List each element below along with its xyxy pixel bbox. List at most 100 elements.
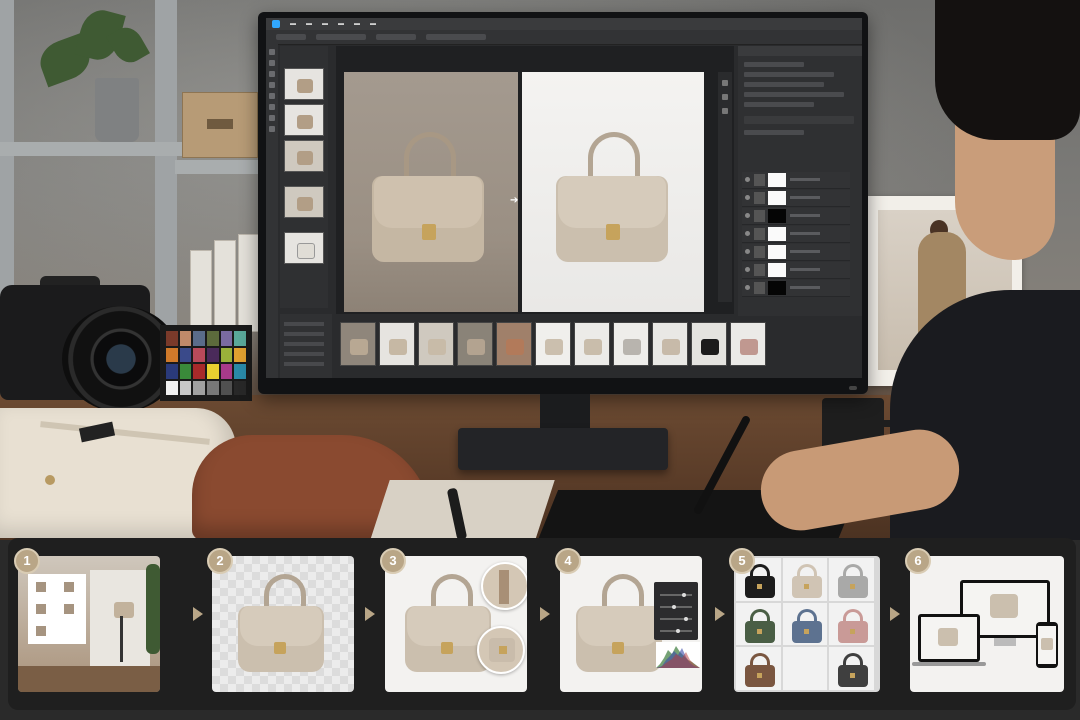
monitor-stand-base: [458, 428, 668, 470]
storage-box: [182, 92, 258, 158]
filmstrip-thumbnail[interactable]: [340, 322, 376, 366]
color-swatch: [234, 364, 246, 379]
detail-zoom-clasp: [477, 626, 525, 674]
variant-cell[interactable]: [736, 647, 781, 690]
filmstrip-thumbnail[interactable]: [574, 322, 610, 366]
layer-row[interactable]: [742, 190, 850, 207]
variant-cell: [782, 647, 828, 690]
color-swatch: [234, 380, 246, 395]
variant-cell[interactable]: [829, 602, 874, 646]
filmstrip-thumbnail[interactable]: [379, 322, 415, 366]
layer-row[interactable]: [742, 172, 850, 189]
step-number-badge: 4: [555, 548, 581, 574]
plant-pot: [95, 78, 139, 142]
triangle-right-icon: [193, 607, 203, 621]
variant-cell[interactable]: [829, 647, 874, 690]
color-swatch: [179, 380, 192, 395]
thumbnail-panel: [280, 46, 328, 308]
menu-item[interactable]: ▬: [338, 21, 344, 27]
filmstrip-thumbnail[interactable]: [457, 322, 493, 366]
step-photoshoot[interactable]: [18, 556, 160, 692]
color-swatch: [193, 331, 205, 346]
step-number-badge: 5: [729, 548, 755, 574]
after-image[interactable]: [522, 72, 704, 312]
color-swatch: [234, 331, 246, 346]
image-thumbnail[interactable]: [284, 140, 324, 172]
layer-row[interactable]: [742, 226, 850, 243]
tool-icon[interactable]: [722, 108, 728, 114]
color-checker-card: [160, 325, 252, 401]
tool-icon[interactable]: [269, 49, 275, 55]
properties-panel: [280, 314, 332, 378]
color-swatch: [166, 347, 178, 362]
tool-icon[interactable]: [722, 94, 728, 100]
layer-row[interactable]: [742, 208, 850, 225]
filmstrip-thumbnail[interactable]: [652, 322, 688, 366]
layer-row[interactable]: [742, 244, 850, 261]
monitor-stand-neck: [540, 394, 590, 430]
tool-icon[interactable]: [269, 126, 275, 132]
filmstrip-thumbnail[interactable]: [535, 322, 571, 366]
step-background-removal[interactable]: [212, 556, 354, 692]
plant: [146, 564, 160, 654]
color-swatch: [220, 331, 233, 346]
layer-row[interactable]: [742, 280, 850, 297]
laptop-display: [918, 614, 980, 662]
image-thumbnail[interactable]: [284, 68, 324, 100]
view-tools: [718, 72, 732, 302]
tool-icon[interactable]: [722, 80, 728, 86]
tool-icon[interactable]: [269, 82, 275, 88]
menu-bar: ▬ ▬ ▬ ▬ ▬ ▬: [266, 18, 862, 30]
variant-cell[interactable]: [736, 602, 781, 646]
step-publish-devices[interactable]: [910, 556, 1064, 692]
filmstrip-thumbnail[interactable]: [730, 322, 766, 366]
image-thumbnail[interactable]: [284, 232, 324, 264]
color-swatch: [207, 331, 219, 346]
filmstrip: [336, 318, 862, 378]
step-number-badge: 1: [14, 548, 40, 574]
step-color-variants[interactable]: [734, 556, 880, 692]
triangle-right-icon: [715, 607, 725, 621]
color-swatch: [193, 364, 205, 379]
image-thumbnail[interactable]: [284, 104, 324, 136]
tools-panel: [266, 44, 278, 378]
tool-icon[interactable]: [269, 93, 275, 99]
variant-cell[interactable]: [829, 558, 874, 601]
menu-item[interactable]: ▬: [290, 21, 296, 27]
panel-tabs[interactable]: [738, 46, 862, 56]
menu-item[interactable]: ▬: [306, 21, 312, 27]
studio-floor: [18, 666, 160, 692]
layers-panel: [738, 46, 862, 316]
step-number-badge: 2: [207, 548, 233, 574]
before-image[interactable]: [344, 72, 518, 312]
triangle-right-icon: [890, 607, 900, 621]
tool-icon[interactable]: [269, 71, 275, 77]
tool-icon[interactable]: [269, 60, 275, 66]
image-editor-icon[interactable]: [272, 20, 280, 28]
filmstrip-thumbnail[interactable]: [496, 322, 532, 366]
options-bar: [266, 30, 862, 45]
triangle-right-icon: [540, 607, 550, 621]
tool-icon[interactable]: [269, 104, 275, 110]
color-swatch: [234, 347, 246, 362]
color-swatch: [193, 347, 205, 362]
adjustments-panel[interactable]: [654, 582, 698, 640]
tool-icon[interactable]: [269, 115, 275, 121]
menu-item[interactable]: ▬: [370, 21, 376, 27]
filmstrip-thumbnail[interactable]: [613, 322, 649, 366]
handbag-cutout: [234, 574, 334, 684]
variant-cell[interactable]: [782, 602, 828, 646]
color-swatch: [207, 364, 219, 379]
image-thumbnail[interactable]: [284, 186, 324, 218]
color-swatch: [207, 380, 219, 395]
filmstrip-thumbnail[interactable]: [691, 322, 727, 366]
step-retouch-details[interactable]: [385, 556, 527, 692]
variant-cell[interactable]: [782, 558, 828, 601]
variant-grid: [736, 558, 874, 690]
laptop-base: [912, 662, 986, 666]
step-color-correction[interactable]: [560, 556, 702, 692]
menu-item[interactable]: ▬: [322, 21, 328, 27]
layer-row[interactable]: [742, 262, 850, 279]
menu-item[interactable]: ▬: [354, 21, 360, 27]
filmstrip-thumbnail[interactable]: [418, 322, 454, 366]
